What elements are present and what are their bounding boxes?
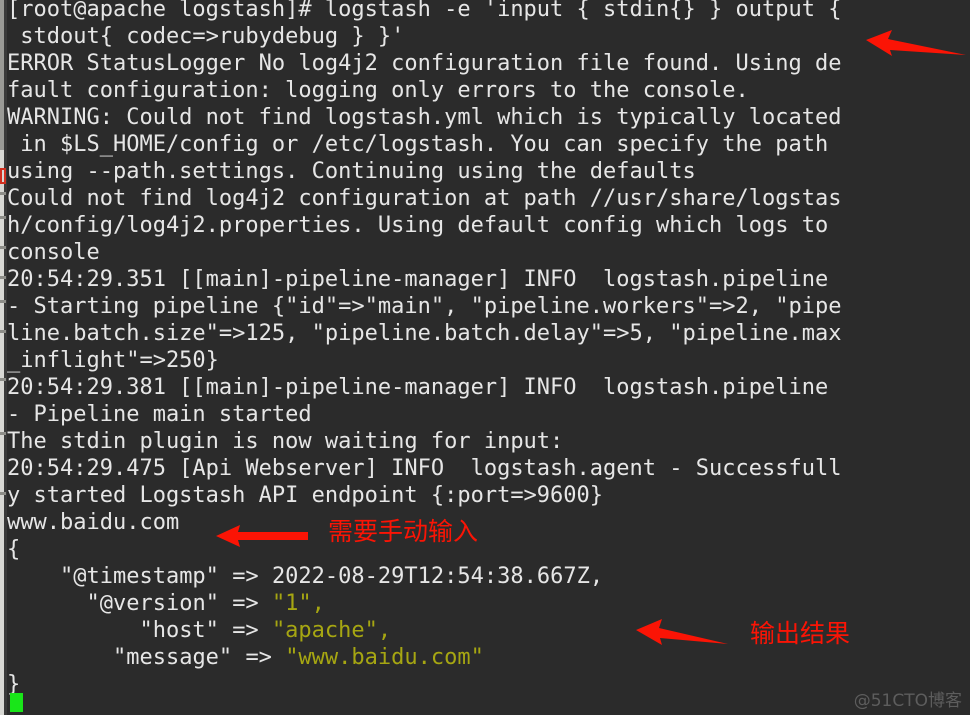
terminal-line: - Pipeline main started [7, 402, 312, 427]
terminal-line: line.batch.size"=>125, "pipeline.batch.d… [7, 321, 842, 346]
scrollbar-tick [0, 378, 6, 381]
event-field-indent [7, 564, 60, 589]
event-field-arrow: => [232, 591, 259, 616]
terminal-line: Could not find log4j2 configuration at p… [7, 186, 842, 211]
scrollbar-tick [0, 246, 6, 249]
event-field-key: "host" [139, 618, 219, 643]
terminal-line: ERROR StatusLogger No log4j2 configurati… [7, 51, 842, 76]
event-field-key: "@version" [86, 591, 219, 616]
scrollbar-gutter[interactable] [0, 0, 7, 715]
event-field-sep [219, 564, 232, 589]
manual-input-note: 需要手动输入 [328, 517, 479, 546]
scrollbar-tick [0, 492, 6, 495]
terminal-user-input-line: www.baidu.com [7, 510, 180, 535]
terminal-line: fault configuration: logging only errors… [7, 78, 749, 103]
event-field-timestamp: "@timestamp" => 2022-08-29T12:54:38.667Z… [7, 563, 603, 590]
terminal-line: 20:54:29.381 [[main]-pipeline-manager] I… [7, 375, 829, 400]
terminal-line: 20:54:29.475 [Api Webserver] INFO logsta… [7, 456, 842, 481]
scrollbar-tick [0, 300, 6, 303]
event-field-indent [7, 645, 113, 670]
terminal-line: 20:54:29.351 [[main]-pipeline-manager] I… [7, 267, 829, 292]
event-field-host: "host" => "apache", [7, 617, 391, 644]
terminal-line: console [7, 240, 100, 265]
terminal-line: [root@apache logstash]# logstash -e 'inp… [7, 0, 842, 22]
terminal-event-open-brace: { [7, 537, 21, 562]
scrollbar-tick [0, 216, 6, 219]
scrollbar-thumb[interactable] [0, 0, 4, 150]
event-field-key: "@timestamp" [59, 564, 219, 589]
event-field-sep [232, 645, 245, 670]
terminal-line: WARNING: Could not find logstash.yml whi… [7, 105, 842, 130]
event-field-value: "www.baidu.com" [285, 645, 484, 670]
event-field-version: "@version" => "1", [7, 590, 325, 617]
event-field-sep [272, 645, 285, 670]
event-field-message: "message" => "www.baidu.com" [7, 644, 484, 671]
event-field-arrow: => [232, 564, 259, 589]
scrollbar-error-marker[interactable] [0, 168, 6, 184]
terminal-line: y started Logstash API endpoint {:port=>… [7, 483, 604, 508]
terminal-line: stdout{ codec=>rubydebug } }' [7, 24, 405, 49]
event-field-sep [219, 618, 232, 643]
watermark-label: @51CTO博客 [853, 691, 962, 711]
terminal-line: The stdin plugin is now waiting for inpu… [7, 429, 564, 454]
terminal-line: using --path.settings. Continuing using … [7, 159, 696, 184]
event-field-key: "message" [112, 645, 233, 670]
event-field-indent [7, 591, 86, 616]
event-field-value: "apache", [271, 618, 392, 643]
terminal-screenshot: [root@apache logstash]# logstash -e 'inp… [0, 0, 970, 715]
terminal-line: h/config/log4j2.properties. Using defaul… [7, 213, 829, 238]
scrollbar-tick [0, 276, 6, 279]
event-field-arrow: => [232, 618, 259, 643]
event-field-indent [7, 618, 139, 643]
scrollbar-tick [0, 432, 6, 435]
event-field-value: 2022-08-29T12:54:38.667Z, [271, 564, 604, 589]
scrollbar-tick [0, 330, 6, 333]
terminal-line: in $LS_HOME/config or /etc/logstash. You… [7, 132, 829, 157]
terminal-line: - Starting pipeline {"id"=>"main", "pipe… [7, 294, 842, 319]
event-field-sep [259, 591, 272, 616]
output-result-note: 输出结果 [750, 619, 851, 648]
terminal-cursor [10, 693, 23, 712]
event-field-sep [259, 564, 272, 589]
event-field-sep [219, 591, 232, 616]
terminal-output[interactable]: [root@apache logstash]# logstash -e 'inp… [7, 0, 970, 715]
event-field-arrow: => [245, 645, 272, 670]
event-field-sep [259, 618, 272, 643]
terminal-line: _inflight"=>250} [7, 348, 219, 373]
scrollbar-tick [0, 192, 6, 195]
event-field-value: "1", [271, 591, 325, 616]
